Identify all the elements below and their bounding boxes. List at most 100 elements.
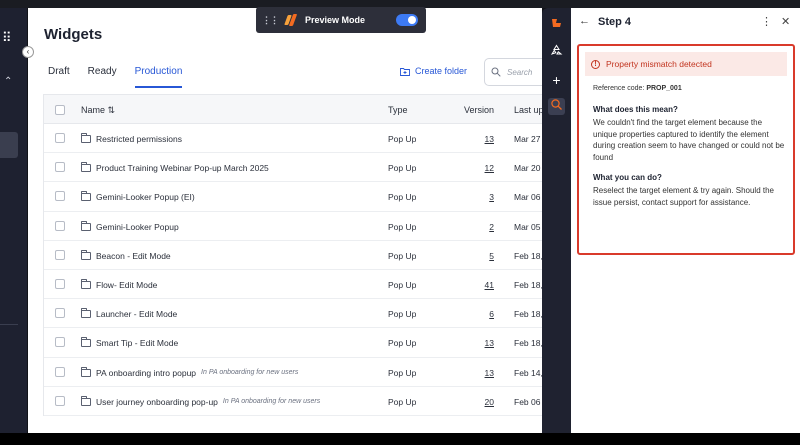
widget-version-link[interactable]: 13 bbox=[461, 338, 494, 348]
widget-type: Pop Up bbox=[388, 221, 417, 232]
widget-name-cell[interactable]: Launcher - Edit Mode bbox=[81, 308, 182, 319]
widget-version-link[interactable]: 3 bbox=[461, 192, 494, 202]
widget-version-link[interactable]: 6 bbox=[461, 309, 494, 319]
step-panel: ← Step 4 ⋮ ✕ ! Property mismatch detecte… bbox=[571, 8, 800, 433]
table-row[interactable]: Launcher - Edit Mode Pop Up 6 Feb 18, bbox=[44, 299, 542, 329]
plus-icon[interactable]: + bbox=[548, 72, 565, 89]
widget-version-link[interactable]: 13 bbox=[461, 134, 494, 144]
table-row[interactable]: Restricted permissions Pop Up 13 Mar 27 bbox=[44, 124, 542, 154]
recycle-icon[interactable] bbox=[548, 44, 565, 61]
folder-plus-icon bbox=[400, 67, 410, 76]
row-checkbox[interactable] bbox=[55, 395, 65, 406]
table-row[interactable]: Flow- Edit Mode Pop Up 41 Feb 18, bbox=[44, 270, 542, 300]
widget-name-cell[interactable]: Product Training Webinar Pop-up March 20… bbox=[81, 162, 274, 173]
preview-mode-toggle[interactable] bbox=[396, 14, 418, 26]
tab-ready[interactable]: Ready bbox=[88, 66, 117, 88]
select-all-checkbox[interactable] bbox=[55, 105, 65, 115]
search-debug-icon[interactable] bbox=[548, 98, 565, 115]
widget-name-cell[interactable]: PA onboarding intro popup In PA onboardin… bbox=[81, 366, 299, 378]
widget-name: PA onboarding intro popup bbox=[96, 367, 197, 378]
bottom-bar bbox=[0, 433, 800, 445]
row-checkbox[interactable] bbox=[55, 220, 65, 231]
widget-version-link[interactable]: 20 bbox=[461, 397, 494, 407]
widget-type: Pop Up bbox=[388, 163, 417, 174]
table-row[interactable]: Beacon - Edit Mode Pop Up 5 Feb 18, bbox=[44, 241, 542, 270]
folder-icon bbox=[81, 249, 91, 260]
answer-meaning: We couldn't find the target element beca… bbox=[593, 118, 785, 162]
reference-code-value: PROP_001 bbox=[646, 85, 682, 92]
widget-name: Flow- Edit Mode bbox=[96, 279, 158, 290]
table-row[interactable]: Smart Tip - Edit Mode Pop Up 13 Feb 18, bbox=[44, 328, 542, 358]
widget-last-updated: Mar 06 bbox=[514, 192, 541, 203]
answer-actions: Reselect the target element & try again.… bbox=[593, 186, 774, 207]
preview-mode-label: Preview Mode bbox=[305, 15, 366, 25]
close-icon[interactable]: ✕ bbox=[781, 15, 790, 28]
create-folder-button[interactable]: Create folder bbox=[400, 66, 467, 76]
widget-version-link[interactable]: 13 bbox=[461, 368, 494, 378]
brand-logo-icon[interactable] bbox=[548, 16, 565, 33]
panel-title: Step 4 bbox=[598, 16, 632, 28]
question-meaning: What does this mean? bbox=[593, 105, 678, 114]
search-icon bbox=[491, 67, 501, 77]
brand-logo-icon bbox=[284, 13, 298, 27]
widget-version-link[interactable]: 12 bbox=[461, 163, 494, 173]
table-row[interactable]: Gemini-Looker Popup (EI) Pop Up 3 Mar 06 bbox=[44, 182, 542, 212]
error-box: ! Property mismatch detected Reference c… bbox=[577, 44, 795, 255]
more-options-icon[interactable]: ⋮ bbox=[761, 15, 772, 28]
grid-icon[interactable]: ⠿ bbox=[2, 30, 12, 46]
collapse-sidebar-button[interactable]: ‹ bbox=[22, 46, 34, 58]
page-title: Widgets bbox=[44, 26, 103, 43]
widget-name-cell[interactable]: Beacon - Edit Mode bbox=[81, 249, 176, 261]
widgets-page: Widgets Draft Ready Production Create fo… bbox=[28, 8, 542, 433]
widget-name: Smart Tip - Edit Mode bbox=[96, 338, 179, 349]
widget-name-cell[interactable]: Restricted permissions bbox=[81, 133, 187, 144]
widget-name: Gemini-Looker Popup (EI) bbox=[96, 192, 195, 203]
row-checkbox[interactable] bbox=[55, 366, 65, 377]
row-checkbox[interactable] bbox=[55, 162, 65, 173]
widget-name: Gemini-Looker Popup bbox=[96, 221, 179, 232]
tab-draft[interactable]: Draft bbox=[48, 66, 70, 88]
table-row[interactable]: User journey onboarding pop-up In PA onbo… bbox=[44, 387, 542, 416]
folder-icon bbox=[81, 278, 91, 289]
table-body: Restricted permissions Pop Up 13 Mar 27 Prod… bbox=[44, 124, 542, 416]
folder-icon bbox=[81, 133, 91, 143]
question-actions: What you can do? bbox=[593, 173, 662, 182]
widget-version-link[interactable]: 41 bbox=[461, 280, 494, 290]
nav-active-item[interactable] bbox=[0, 132, 18, 158]
tab-production[interactable]: Production bbox=[134, 66, 183, 88]
widget-name-cell[interactable]: Gemini-Looker Popup (EI) bbox=[81, 191, 200, 203]
widget-last-updated: Feb 06 bbox=[514, 396, 541, 407]
row-checkbox[interactable] bbox=[55, 249, 65, 260]
folder-icon bbox=[81, 220, 91, 231]
drag-handle-icon[interactable]: ⋮⋮ bbox=[262, 15, 279, 26]
row-checkbox[interactable] bbox=[55, 308, 65, 319]
row-checkbox[interactable] bbox=[55, 278, 65, 289]
widget-version-link[interactable]: 5 bbox=[461, 251, 494, 261]
widget-name-cell[interactable]: Gemini-Looker Popup bbox=[81, 220, 184, 232]
widget-name-cell[interactable]: User journey onboarding pop-up In PA onbo… bbox=[81, 395, 320, 407]
widget-version-link[interactable]: 2 bbox=[461, 222, 494, 232]
widget-last-updated: Mar 27 bbox=[514, 134, 541, 144]
table-row[interactable]: PA onboarding intro popup In PA onboardin… bbox=[44, 358, 542, 387]
table-row[interactable]: Product Training Webinar Pop-up March 20… bbox=[44, 153, 542, 183]
chevron-updown-icon[interactable]: ⌃ bbox=[4, 76, 12, 87]
header-last-updated: Last up bbox=[514, 105, 542, 115]
folder-icon bbox=[81, 337, 91, 348]
row-checkbox[interactable] bbox=[55, 337, 65, 348]
row-checkbox[interactable] bbox=[55, 133, 65, 143]
row-checkbox[interactable] bbox=[55, 191, 65, 202]
widget-type: Pop Up bbox=[388, 338, 417, 349]
search-input[interactable]: Search bbox=[484, 58, 542, 86]
folder-icon bbox=[81, 162, 91, 173]
header-version: Version bbox=[463, 105, 494, 115]
widget-last-updated: Feb 18, bbox=[514, 338, 542, 349]
widget-name-cell[interactable]: Flow- Edit Mode bbox=[81, 278, 162, 290]
header-type: Type bbox=[388, 105, 408, 115]
widget-type: Pop Up bbox=[388, 250, 417, 261]
header-name[interactable]: Name ⇅ bbox=[81, 105, 115, 116]
widget-location: In PA onboarding for new users bbox=[201, 369, 299, 376]
widget-name-cell[interactable]: Smart Tip - Edit Mode bbox=[81, 337, 183, 349]
table-row[interactable]: Gemini-Looker Popup Pop Up 2 Mar 05 bbox=[44, 212, 542, 241]
back-arrow-icon[interactable]: ← bbox=[579, 15, 590, 27]
tab-bar: Draft Ready Production bbox=[48, 66, 183, 88]
